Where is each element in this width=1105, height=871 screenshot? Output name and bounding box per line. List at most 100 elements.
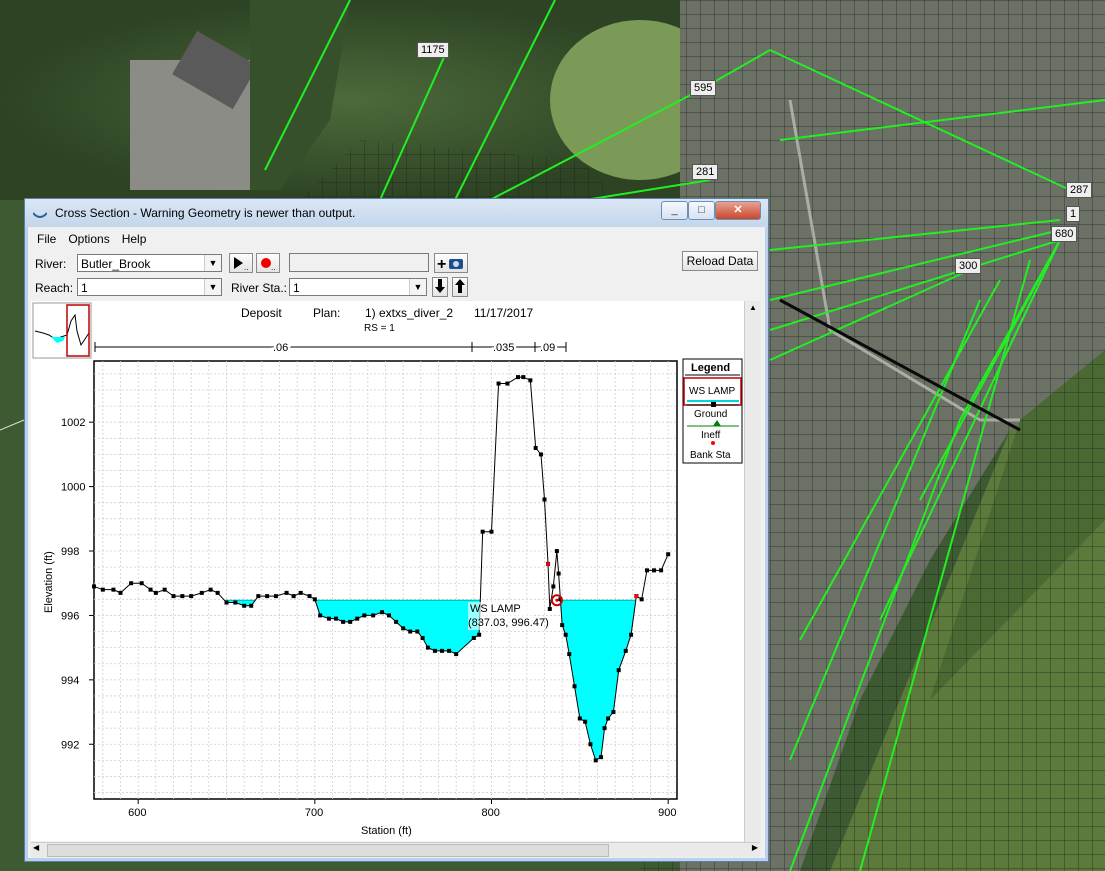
ground-point <box>111 587 116 592</box>
scroll-thumb[interactable] <box>47 844 609 857</box>
ground-point <box>602 726 607 731</box>
ground-point <box>180 594 185 599</box>
ground-point <box>563 632 568 637</box>
scroll-left-arrow-icon[interactable]: ◀ <box>33 843 39 852</box>
ground-point <box>242 603 247 608</box>
scroll-up-arrow-icon[interactable]: ▲ <box>745 301 761 315</box>
ground-point <box>666 552 671 557</box>
cross-section-window: Cross Section - Warning Geometry is newe… <box>24 198 769 862</box>
mannings-n-value: .06 <box>273 342 288 354</box>
y-axis-label: Elevation (ft) <box>43 551 55 613</box>
close-button[interactable]: ✕ <box>715 201 761 220</box>
play-button[interactable]: .. <box>229 253 253 273</box>
ground-point <box>425 645 430 650</box>
map-label: 1 <box>1066 206 1081 222</box>
menu-help[interactable]: Help <box>116 229 153 246</box>
legend-item: WS LAMP <box>689 386 735 397</box>
horizontal-scrollbar[interactable]: ◀ ▶ <box>31 842 760 857</box>
ground-point <box>162 587 167 592</box>
svg-text:..: .. <box>271 263 275 271</box>
river-sta-select[interactable]: 1 ▼ <box>289 278 427 296</box>
ground-point <box>318 613 323 618</box>
ground-point <box>542 497 547 502</box>
x-tick-label: 600 <box>128 807 146 819</box>
bank-station-point <box>634 594 639 599</box>
add-camera-button[interactable]: + <box>434 253 468 273</box>
river-station-title: RS = 1 <box>364 323 395 334</box>
profile-input[interactable] <box>289 253 429 272</box>
ground-point <box>528 378 533 383</box>
ground-point <box>652 568 657 573</box>
vertical-scrollbar[interactable]: ▲ <box>744 301 761 842</box>
ground-point <box>171 594 176 599</box>
plot-area[interactable]: Deposit Plan: 1) extxs_diver_2 11/17/201… <box>31 301 760 841</box>
chevron-down-icon[interactable]: ▼ <box>409 279 426 295</box>
ground-point <box>551 584 556 589</box>
ground-point <box>92 584 96 589</box>
ground-point <box>153 590 158 595</box>
ground-point <box>265 594 270 599</box>
ground-point <box>659 568 664 573</box>
map-label: 595 <box>690 80 717 96</box>
reload-data-button[interactable]: Reload Data <box>682 251 758 271</box>
title-bar[interactable]: Cross Section - Warning Geometry is newe… <box>25 199 768 227</box>
x-axis-label: Station (ft) <box>361 825 412 837</box>
x-tick-label: 800 <box>482 807 500 819</box>
ground-point <box>567 652 572 657</box>
map-label: 680 <box>1051 226 1078 242</box>
legend-item: Bank Sta <box>690 450 731 461</box>
cross-section-chart[interactable]: Deposit Plan: 1) extxs_diver_2 11/17/201… <box>31 301 760 841</box>
map-label: 300 <box>955 258 982 274</box>
window-icon <box>32 209 48 218</box>
bank-station-point <box>546 561 551 566</box>
next-station-button[interactable] <box>452 277 468 297</box>
ground-point <box>606 716 611 721</box>
y-tick-label: 998 <box>61 546 79 558</box>
ground-point <box>284 590 289 595</box>
scroll-right-arrow-icon[interactable]: ▶ <box>752 843 758 852</box>
ground-point <box>623 648 628 653</box>
menu-options[interactable]: Options <box>62 229 115 246</box>
ground-point <box>387 613 392 618</box>
map-label: 1175 <box>417 42 449 58</box>
maximize-button[interactable]: □ <box>688 201 715 220</box>
ground-point <box>496 381 501 386</box>
ground-point <box>273 594 278 599</box>
y-tick-label: 996 <box>61 610 79 622</box>
tooltip-coords: (837.03, 996.47) <box>468 617 549 629</box>
menu-file[interactable]: File <box>31 229 62 246</box>
ground-point <box>334 616 339 621</box>
window-title: Cross Section - Warning Geometry is newe… <box>55 206 356 220</box>
ground-point <box>471 635 476 640</box>
ground-point <box>355 616 360 621</box>
ground-point <box>547 606 552 611</box>
ground-point <box>616 668 621 673</box>
ws-marker-dot <box>555 598 559 602</box>
ground-point <box>199 590 204 595</box>
ground-point <box>129 581 134 586</box>
chevron-down-icon[interactable]: ▼ <box>204 255 221 271</box>
legend-item: Ineff <box>701 430 720 441</box>
map-label: 281 <box>692 164 719 180</box>
ground-point <box>599 755 604 760</box>
ground-point <box>554 549 559 554</box>
ground-point <box>489 529 494 534</box>
ground-point <box>440 648 445 653</box>
menu-bar: File Options Help <box>31 229 762 249</box>
chevron-down-icon[interactable]: ▼ <box>204 279 221 295</box>
river-select[interactable]: Butler_Brook ▼ <box>77 254 222 272</box>
ground-point <box>415 629 420 634</box>
ground-point <box>401 626 406 631</box>
overview-thumbnail[interactable] <box>32 302 92 359</box>
reach-select[interactable]: 1 ▼ <box>77 278 222 296</box>
ground-point <box>480 529 485 534</box>
previous-station-button[interactable] <box>432 277 448 297</box>
river-label: River: <box>35 257 67 271</box>
minimize-button[interactable]: _ <box>661 201 688 220</box>
ground-point <box>408 629 413 634</box>
tooltip-name: WS LAMP <box>470 603 521 615</box>
ground-point <box>379 610 384 615</box>
ground-point <box>611 710 616 715</box>
record-button[interactable]: .. <box>256 253 280 273</box>
ground-point <box>432 648 437 653</box>
